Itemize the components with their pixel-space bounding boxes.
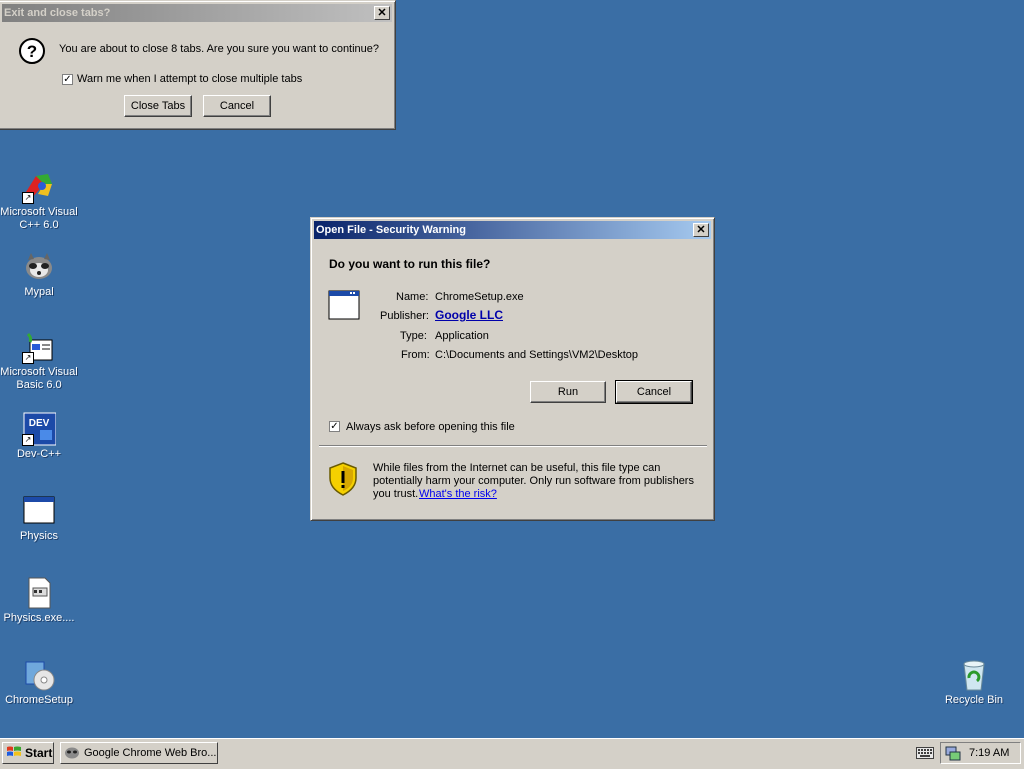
desktop-icon-physics-exe[interactable]: Physics.exe.... bbox=[0, 576, 78, 625]
separator bbox=[319, 445, 707, 447]
keyboard-icon[interactable] bbox=[916, 747, 934, 762]
shield-warning-icon bbox=[329, 462, 357, 499]
desktop-icon-visual-basic[interactable]: ↗ Microsoft Visual Basic 6.0 bbox=[0, 330, 78, 392]
publisher-label: Publisher: bbox=[380, 310, 429, 322]
desktop-icon-label: ChromeSetup bbox=[5, 694, 73, 706]
from-label: From: bbox=[401, 349, 430, 361]
desktop-icon-label: Physics bbox=[20, 530, 58, 542]
cancel-button[interactable]: Cancel bbox=[615, 380, 693, 404]
mypal-raccoon-icon bbox=[64, 745, 80, 762]
name-value: ChromeSetup.exe bbox=[435, 291, 524, 303]
desktop-icon-label: Microsoft Visual C++ 6.0 bbox=[0, 206, 78, 231]
from-value: C:\Documents and Settings\VM2\Desktop bbox=[435, 349, 638, 361]
desktop-icon-label: Dev-C++ bbox=[16, 448, 62, 460]
taskbar: Start Google Chrome Web Bro... 7:19 AM bbox=[0, 738, 1024, 769]
close-tabs-button[interactable]: Close Tabs bbox=[124, 95, 192, 117]
desktop-icon-visual-cpp[interactable]: ↗ Microsoft Visual C++ 6.0 bbox=[0, 170, 78, 232]
publisher-link[interactable]: Google LLC bbox=[435, 308, 503, 322]
windows-logo-icon bbox=[6, 745, 22, 762]
security-warning-dialog: Open File - Security Warning ✕ Do you wa… bbox=[310, 217, 715, 521]
question-icon: ? bbox=[18, 37, 46, 68]
dialog-message: You are about to close 8 tabs. Are you s… bbox=[59, 43, 380, 55]
desktop-icon-chromesetup[interactable]: ChromeSetup bbox=[0, 658, 78, 707]
visual-basic-icon: ↗ bbox=[22, 330, 56, 364]
run-question: Do you want to run this file? bbox=[329, 257, 491, 271]
close-tabs-dialog: Exit and close tabs? ✕ ? You are about t… bbox=[0, 0, 396, 130]
network-icon[interactable] bbox=[945, 745, 961, 764]
taskbar-item-chrome[interactable]: Google Chrome Web Bro... bbox=[60, 742, 218, 764]
warn-checkbox-label: Warn me when I attempt to close multiple… bbox=[77, 73, 303, 85]
shortcut-arrow-icon: ↗ bbox=[22, 434, 34, 446]
security-warning-titlebar[interactable]: Open File - Security Warning ✕ bbox=[314, 221, 711, 239]
desktop-icon-mypal[interactable]: Mypal bbox=[0, 250, 78, 299]
type-value: Application bbox=[435, 330, 489, 342]
warning-text-line3: you trust. bbox=[373, 488, 419, 500]
close-icon[interactable]: ✕ bbox=[374, 6, 390, 20]
exe-file-icon bbox=[22, 576, 56, 610]
system-tray: 7:19 AM bbox=[940, 742, 1021, 764]
desktop-icon-label: Recycle Bin bbox=[944, 694, 1004, 706]
setup-installer-icon bbox=[22, 658, 56, 692]
run-button[interactable]: Run bbox=[530, 381, 606, 403]
mypal-raccoon-icon bbox=[22, 250, 56, 284]
application-file-icon bbox=[328, 290, 360, 323]
desktop-icon-label: Mypal bbox=[24, 286, 54, 298]
warn-checkbox[interactable]: ✓ bbox=[62, 74, 73, 85]
recycle-bin-icon bbox=[957, 658, 991, 692]
desktop-icon-recycle-bin[interactable]: Recycle Bin bbox=[935, 658, 1013, 707]
name-label: Name: bbox=[396, 291, 429, 303]
always-ask-label: Always ask before opening this file bbox=[346, 421, 515, 433]
start-button[interactable]: Start bbox=[2, 742, 54, 764]
window-app-icon bbox=[22, 494, 56, 528]
warning-text-line1: While files from the Internet can be use… bbox=[373, 462, 661, 474]
svg-text:DEV: DEV bbox=[29, 418, 50, 429]
shortcut-arrow-icon: ↗ bbox=[22, 192, 34, 204]
shortcut-arrow-icon: ↗ bbox=[22, 352, 34, 364]
desktop-icon-label: Microsoft Visual Basic 6.0 bbox=[0, 366, 78, 391]
cancel-button[interactable]: Cancel bbox=[203, 95, 271, 117]
taskbar-item-label: Google Chrome Web Bro... bbox=[84, 747, 217, 759]
visual-cpp-icon: ↗ bbox=[22, 170, 56, 204]
desktop-icon-label: Physics.exe.... bbox=[3, 612, 75, 624]
svg-text:?: ? bbox=[27, 42, 37, 61]
dev-cpp-icon: DEV ↗ bbox=[22, 412, 57, 446]
close-icon[interactable]: ✕ bbox=[693, 223, 709, 237]
always-ask-checkbox[interactable]: ✓ bbox=[329, 421, 340, 432]
close-tabs-titlebar[interactable]: Exit and close tabs? ✕ bbox=[2, 4, 392, 22]
desktop-icon-dev-cpp[interactable]: DEV ↗ Dev-C++ bbox=[0, 412, 78, 461]
warning-text-line2: potentially harm your computer. Only run… bbox=[373, 475, 694, 487]
dialog-title: Open File - Security Warning bbox=[316, 224, 466, 236]
clock[interactable]: 7:19 AM bbox=[969, 747, 1009, 759]
dialog-title: Exit and close tabs? bbox=[4, 7, 111, 19]
whats-the-risk-link[interactable]: What's the risk? bbox=[419, 488, 497, 500]
type-label: Type: bbox=[400, 330, 427, 342]
start-label: Start bbox=[25, 746, 53, 760]
desktop-icon-physics[interactable]: Physics bbox=[0, 494, 78, 543]
